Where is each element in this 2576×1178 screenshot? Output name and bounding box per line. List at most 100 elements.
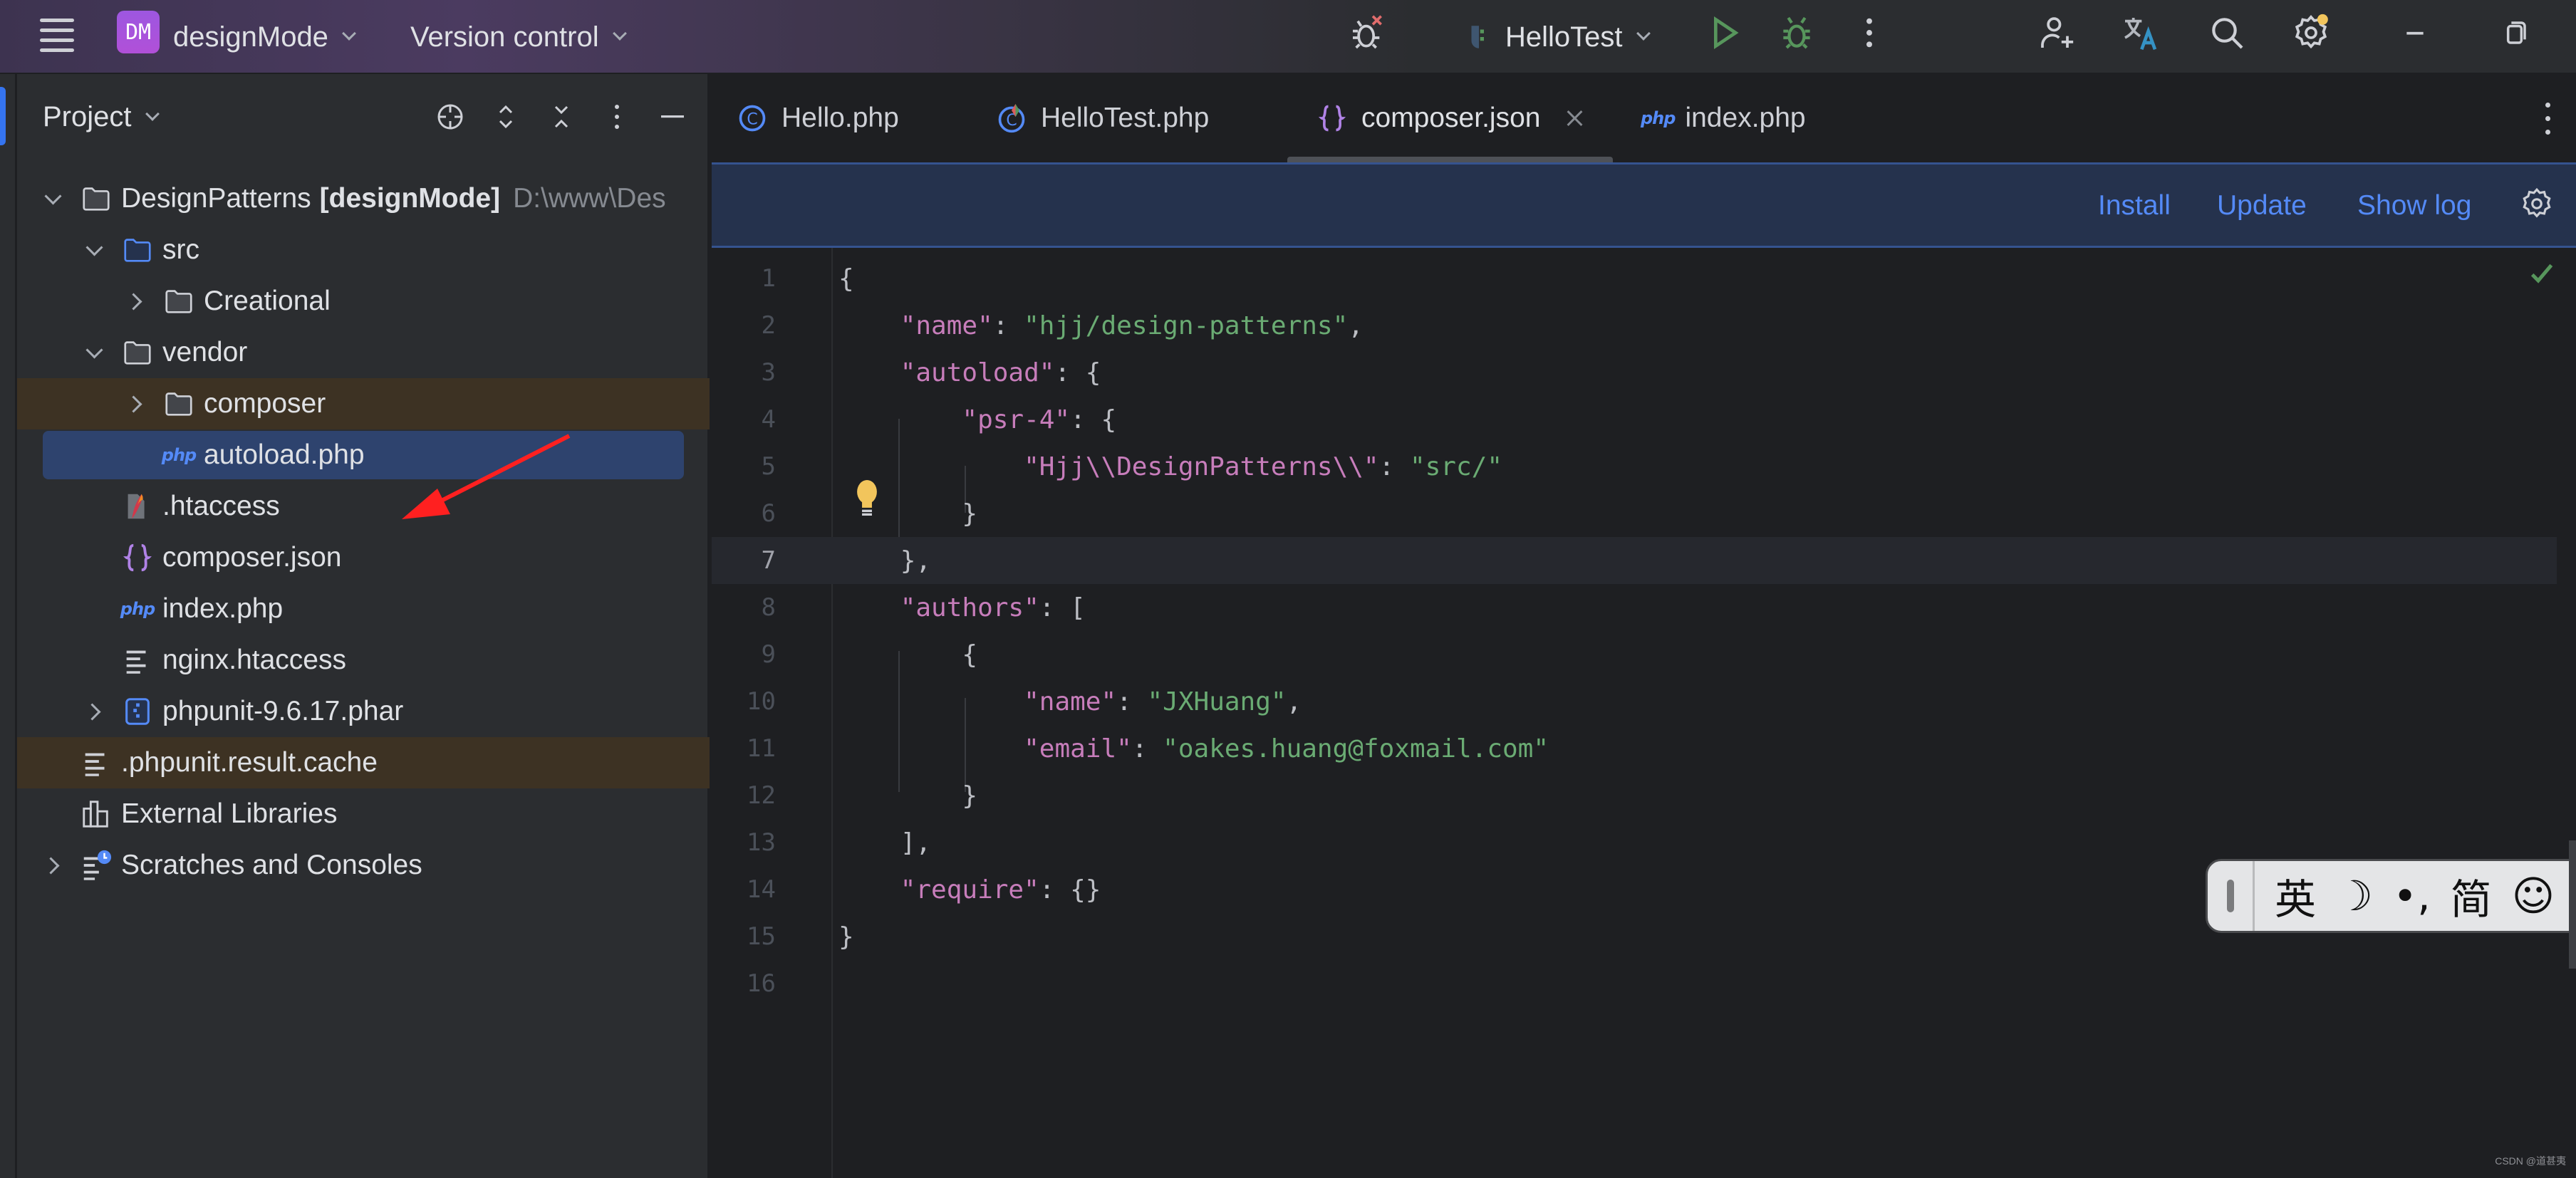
ime-drag-handle[interactable]: [2208, 861, 2255, 931]
project-tool-window-tab[interactable]: [0, 87, 6, 145]
panel-options-button[interactable]: [597, 97, 637, 137]
title-bar: DM designMode Version control HelloTest: [0, 0, 2576, 74]
ime-punctuation-toggle[interactable]: •,: [2393, 872, 2431, 920]
restore-button[interactable]: [2493, 11, 2536, 54]
json-key: "Hjj\\DesignPatterns\\": [1024, 452, 1379, 481]
install-link[interactable]: Install: [2098, 190, 2171, 221]
close-tab-icon[interactable]: [1564, 108, 1584, 128]
tree-item-phpunit-result-cache[interactable]: .phpunit.result.cache: [17, 737, 710, 788]
tree-item-index-php[interactable]: php index.php: [17, 583, 710, 635]
code-line[interactable]: 9 {: [712, 631, 2557, 678]
tabs-more-button[interactable]: [2540, 101, 2555, 137]
translate-button[interactable]: [2119, 11, 2161, 54]
ime-width-toggle[interactable]: ☽: [2336, 872, 2373, 920]
run-config-selector[interactable]: HelloTest: [1464, 0, 1651, 74]
code-line[interactable]: 4 "psr-4": {: [712, 396, 2557, 443]
punctuation: : {: [1070, 405, 1117, 434]
code-line[interactable]: 1{: [712, 255, 2557, 302]
expand-all-button[interactable]: [486, 97, 526, 137]
vcs-menu[interactable]: Version control: [410, 0, 627, 74]
project-panel: Project DesignPatterns [designMode] D:\www…: [17, 74, 710, 1178]
code-text: "name": "hjj/design-patterns",: [838, 311, 1364, 340]
tab-hello-php[interactable]: C Hello.php: [736, 74, 899, 162]
ime-script-toggle[interactable]: 简: [2451, 866, 2492, 926]
restore-icon: [2506, 21, 2526, 44]
tree-item-nginx-htaccess[interactable]: nginx.htaccess: [17, 635, 710, 686]
project-view-selector[interactable]: Project: [43, 101, 160, 133]
ime-language-toggle[interactable]: 英: [2275, 866, 2316, 926]
chevron-down-icon: [612, 26, 627, 41]
chevron-down-icon[interactable]: [84, 343, 104, 363]
json-key: "psr-4": [962, 405, 1071, 434]
code-text: "psr-4": {: [838, 405, 1116, 434]
code-line[interactable]: 8 "authors": [: [712, 584, 2557, 631]
code-line[interactable]: 3 "autoload": {: [712, 349, 2557, 396]
tree-item-label: autoload.php: [204, 439, 365, 470]
project-switcher[interactable]: designMode: [173, 0, 356, 74]
line-number: 16: [747, 969, 776, 998]
code-line[interactable]: 7 },: [712, 537, 2557, 584]
collapse-all-button[interactable]: [541, 97, 581, 137]
tree-item-designpatterns[interactable]: DesignPatterns [designMode] D:\www\Des: [17, 173, 710, 224]
tree-item-label: index.php: [162, 593, 284, 624]
chevron-down-icon: [145, 106, 160, 121]
minimize-button[interactable]: [2394, 11, 2436, 54]
debug-error-icon[interactable]: [1346, 11, 1389, 54]
chevron-right-icon[interactable]: [125, 394, 145, 414]
tree-item-composer-json[interactable]: composer.json: [17, 532, 710, 583]
chevron-right-icon[interactable]: [125, 291, 145, 311]
text-file-icon: [80, 746, 113, 779]
code-line[interactable]: 12 }: [712, 772, 2557, 819]
update-link[interactable]: Update: [2217, 190, 2307, 221]
folder-icon: [80, 182, 113, 215]
json-key: "autoload": [900, 358, 1055, 387]
tab-composer-json[interactable]: composer.json: [1287, 74, 1614, 162]
more-actions-button[interactable]: [1848, 11, 1891, 54]
crosshair-icon: [437, 104, 463, 130]
chevron-right-icon[interactable]: [84, 702, 104, 721]
main-menu-button[interactable]: [37, 0, 77, 74]
tab-hellotest-php[interactable]: C HelloTest.php: [995, 74, 1209, 162]
code-with-me-button[interactable]: [2036, 11, 2079, 54]
show-log-link[interactable]: Show log: [2357, 190, 2471, 221]
tree-item-autoload-php[interactable]: php autoload.php: [17, 429, 710, 481]
translate-icon: [2124, 18, 2157, 51]
code-line[interactable]: 2 "name": "hjj/design-patterns",: [712, 302, 2557, 349]
tree-item-src[interactable]: src: [17, 224, 710, 276]
debug-button[interactable]: [1775, 11, 1818, 54]
chevron-down-icon: [342, 26, 356, 41]
tree-item-creational[interactable]: Creational: [17, 276, 710, 327]
run-button[interactable]: [1703, 11, 1745, 54]
chevron-down-icon[interactable]: [43, 189, 63, 209]
tree-item-htaccess[interactable]: .htaccess: [17, 481, 710, 532]
tree-item-composer[interactable]: composer: [17, 378, 710, 429]
search-button[interactable]: [2206, 11, 2248, 54]
chevron-right-icon[interactable]: [43, 855, 63, 875]
chevron-down-icon[interactable]: [84, 240, 104, 260]
code-line[interactable]: 6 }: [712, 490, 2557, 537]
hide-panel-button[interactable]: [653, 97, 692, 137]
project-path: D:\www\Des: [513, 183, 666, 214]
settings-button[interactable]: [2290, 11, 2332, 54]
scratches-icon: [80, 849, 113, 882]
library-icon: [80, 798, 113, 830]
code-line[interactable]: 5 "Hjj\\DesignPatterns\\": "src/": [712, 443, 2557, 490]
ime-emoji-button[interactable]: ☺: [2512, 872, 2555, 920]
code-line[interactable]: 16: [712, 960, 2557, 1007]
code-editor[interactable]: 1{2 "name": "hjj/design-patterns", 3 "aut…: [712, 248, 2576, 1178]
tree-item-label: composer.json: [162, 542, 342, 573]
tree-item-phpunit-9-6-17-phar[interactable]: phpunit-9.6.17.phar: [17, 686, 710, 737]
gear-icon: [2295, 14, 2328, 49]
code-line[interactable]: 10 "name": "JXHuang",: [712, 678, 2557, 725]
tree-item-vendor[interactable]: vendor: [17, 327, 710, 378]
tab-index-php[interactable]: php index.php: [1641, 74, 1806, 162]
json-key: "require": [900, 875, 1039, 905]
editor-scrollbar[interactable]: [2569, 840, 2576, 969]
json-key: "email": [1024, 734, 1132, 763]
tree-item-external-libraries[interactable]: External Libraries: [17, 788, 710, 840]
gear-icon[interactable]: [2519, 186, 2555, 221]
tab-label: composer.json: [1361, 103, 1541, 133]
code-line[interactable]: 11 "email": "oakes.huang@foxmail.com": [712, 725, 2557, 772]
locate-file-button[interactable]: [430, 97, 470, 137]
tree-item-scratches-and-consoles[interactable]: Scratches and Consoles: [17, 840, 710, 891]
